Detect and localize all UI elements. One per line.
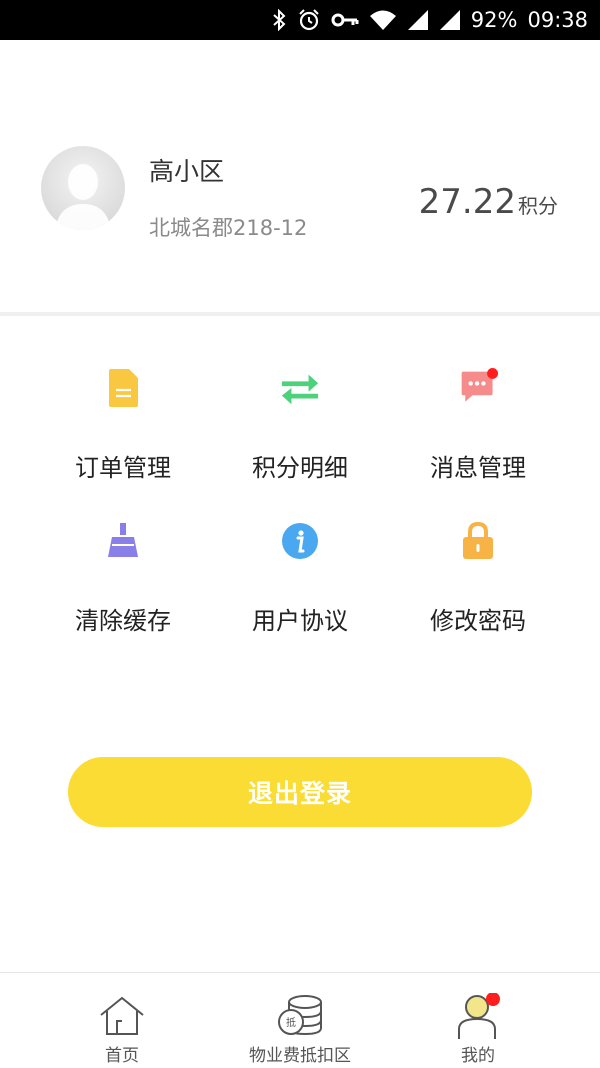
document-icon <box>103 368 143 408</box>
wifi-icon <box>369 9 397 31</box>
menu-item-change-password[interactable]: 修改密码 <box>378 469 578 635</box>
tab-label: 物业费抵扣区 <box>249 1046 351 1066</box>
bluetooth-icon <box>271 9 287 31</box>
user-icon <box>453 993 503 1039</box>
tab-home[interactable]: 首页 <box>22 973 222 1068</box>
points-unit: 积分 <box>518 194 558 218</box>
swap-arrows-icon <box>280 368 320 408</box>
bottom-tab-bar: 首页 抵 物业费抵扣区 我的 <box>0 972 600 1068</box>
tab-label: 首页 <box>105 1046 139 1066</box>
home-icon <box>97 993 147 1039</box>
logout-button[interactable]: 退出登录 <box>68 757 532 827</box>
menu-item-points-detail[interactable]: 积分明细 <box>200 316 400 482</box>
menu-item-orders[interactable]: 订单管理 <box>23 316 223 482</box>
avatar[interactable] <box>41 146 125 230</box>
signal-icon <box>407 9 429 31</box>
alarm-icon <box>297 8 321 32</box>
coins-icon: 抵 <box>275 993 325 1039</box>
battery-percent: 92% <box>470 8 518 32</box>
status-bar: 92% 09:38 <box>0 0 600 40</box>
user-name: 高小区 <box>149 157 225 186</box>
tab-fee-deduction[interactable]: 抵 物业费抵扣区 <box>200 973 400 1068</box>
tab-label: 我的 <box>461 1046 495 1066</box>
points-display[interactable]: 27.22 积分 <box>419 182 558 222</box>
signal-icon <box>439 9 461 31</box>
vpn-key-icon <box>331 12 359 28</box>
menu-item-user-agreement[interactable]: 用户协议 <box>200 469 400 635</box>
broom-icon <box>103 521 143 561</box>
chat-bubble-icon <box>458 368 498 408</box>
profile-header: 高小区 北城名郡218-12 27.22 积分 <box>0 40 600 312</box>
lock-icon <box>458 521 498 561</box>
tab-mine[interactable]: 我的 <box>378 973 578 1068</box>
svg-text:抵: 抵 <box>286 1016 296 1029</box>
info-icon <box>280 521 320 561</box>
menu-label: 清除缓存 <box>75 607 171 635</box>
menu-item-messages[interactable]: 消息管理 <box>378 316 578 482</box>
status-time: 09:38 <box>527 8 588 32</box>
user-address: 北城名郡218-12 <box>149 216 308 240</box>
menu-label: 修改密码 <box>430 607 526 635</box>
menu-label: 用户协议 <box>252 607 348 635</box>
points-value: 27.22 <box>418 182 516 222</box>
menu-item-clear-cache[interactable]: 清除缓存 <box>23 469 223 635</box>
